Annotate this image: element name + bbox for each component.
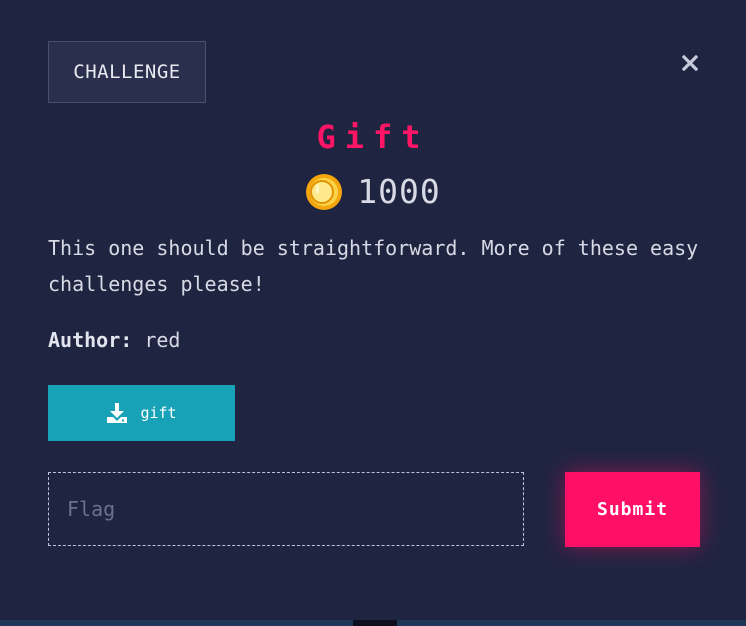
points-value: 1000 [357,172,441,211]
download-icon [107,403,128,423]
close-icon [682,55,698,71]
tab-challenge[interactable]: CHALLENGE [48,41,206,103]
challenge-description: This one should be straightforward. More… [48,236,699,296]
download-file-button[interactable]: gift [48,385,235,441]
submit-button[interactable]: Submit [565,472,700,547]
download-file-label: gift [140,404,177,422]
bottom-strip [0,620,746,626]
challenge-title: Gift [316,118,430,156]
challenge-modal: CHALLENGE Gift 1000 This one should be s… [0,0,746,620]
challenge-points: 1000 [0,172,746,211]
bottom-strip-gap [353,620,397,626]
tab-challenge-label: CHALLENGE [73,61,181,83]
author-line: Author: red [48,328,180,352]
author-name: red [144,328,181,352]
flag-input[interactable] [48,472,524,546]
coin-icon [306,173,343,210]
author-label: Author: [48,328,133,352]
close-button[interactable] [680,53,700,73]
